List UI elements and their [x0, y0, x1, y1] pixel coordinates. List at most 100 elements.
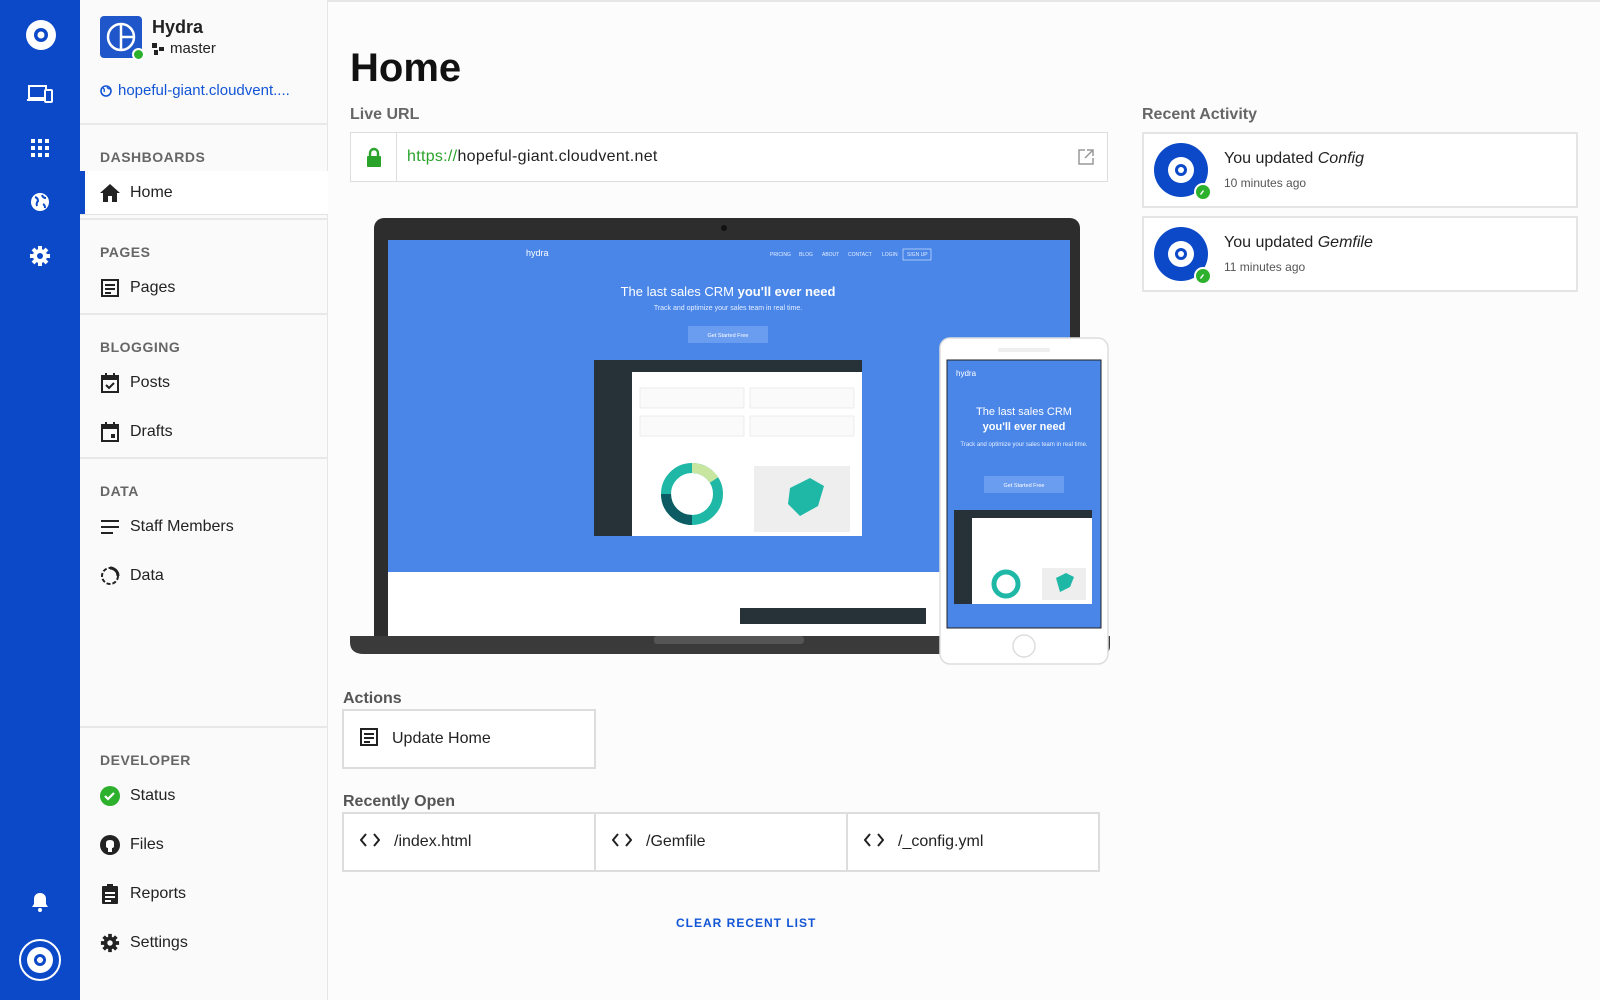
- recent-file-label: /index.html: [394, 833, 472, 850]
- section-dashboards: DASHBOARDS Home: [80, 123, 328, 215]
- action-label: Update Home: [392, 730, 491, 747]
- site-logo: [100, 16, 145, 61]
- sidebar-item-home[interactable]: Home: [80, 171, 328, 215]
- section-title: PAGES: [100, 244, 151, 260]
- url-protocol: https://: [407, 148, 458, 165]
- check-badge-icon: [1194, 183, 1212, 201]
- site-name: Hydra: [152, 17, 204, 37]
- gear-icon[interactable]: [22, 238, 58, 274]
- check-circle-icon: [100, 786, 120, 806]
- url-host: hopeful-giant.cloudvent.net: [457, 148, 658, 165]
- preview-nav-login: LOGIN: [882, 252, 898, 258]
- activity-time: 10 minutes ago: [1224, 176, 1307, 190]
- section-title: DASHBOARDS: [100, 149, 206, 165]
- calendar-icon: [100, 422, 120, 442]
- preview-nav-blog: BLOG: [799, 252, 813, 258]
- mobile-preview-headline-a: The last sales CRM: [976, 406, 1072, 418]
- calendar-check-icon: [100, 373, 120, 393]
- activity-time: 11 minutes ago: [1224, 260, 1306, 274]
- page-icon: [100, 278, 120, 298]
- sidebar-item-data[interactable]: Data: [80, 554, 328, 598]
- cloud-logo-icon[interactable]: [22, 16, 60, 54]
- sidebar-item-label: Data: [130, 567, 164, 584]
- sidebar-item-label: Drafts: [130, 423, 173, 440]
- list-icon: [100, 517, 120, 537]
- sidebar-item-label: Home: [130, 183, 173, 201]
- mobile-preview-subline: Track and optimize your sales team in re…: [960, 442, 1087, 448]
- github-icon: [100, 835, 120, 855]
- preview-cta: Get Started Free: [708, 333, 749, 339]
- page-title: Home: [350, 46, 462, 90]
- preview-nav-about: ABOUT: [822, 252, 839, 258]
- branch-selector[interactable]: master: [152, 40, 216, 57]
- sidebar-item-label: Reports: [130, 885, 187, 902]
- apps-grid-icon[interactable]: [22, 130, 58, 166]
- section-developer: DEVELOPER Status Files Reports Settings: [80, 726, 328, 965]
- clear-recent-list-button[interactable]: CLEAR RECENT LIST: [676, 916, 816, 930]
- site-url-link[interactable]: hopeful-giant.cloudvent....: [100, 82, 316, 99]
- actions-label: Actions: [343, 690, 402, 707]
- recent-file-index-html[interactable]: /index.html: [342, 812, 596, 872]
- recently-open-label: Recently Open: [343, 793, 456, 810]
- sidebar-item-status[interactable]: Status: [80, 774, 328, 818]
- home-icon: [100, 183, 120, 203]
- activity-item[interactable]: You updated Config 10 minutes ago: [1142, 132, 1578, 208]
- code-icon: [611, 832, 633, 852]
- check-badge-icon: [1194, 267, 1212, 285]
- section-title: DATA: [100, 483, 139, 499]
- section-pages: PAGES Pages: [80, 218, 328, 310]
- site-url-text: hopeful-giant.cloudvent....: [118, 82, 290, 99]
- recent-file-gemfile[interactable]: /Gemfile: [594, 812, 848, 872]
- recent-file-label: /_config.yml: [898, 833, 984, 850]
- sidebar-item-pages[interactable]: Pages: [80, 266, 328, 310]
- avatar: [1154, 143, 1212, 201]
- sidebar-item-label: Status: [130, 787, 176, 804]
- mobile-preview-brand: hydra: [956, 369, 977, 378]
- live-url-text[interactable]: https://hopeful-giant.cloudvent.net: [397, 148, 1065, 166]
- preview-headline: The last sales CRM you'll ever need: [621, 284, 836, 299]
- code-icon: [863, 832, 885, 852]
- external-link-icon[interactable]: [1065, 149, 1107, 165]
- update-home-button[interactable]: Update Home: [342, 709, 596, 769]
- mobile-preview-headline-b: you'll ever need: [983, 421, 1066, 433]
- sidebar-item-label: Pages: [130, 279, 176, 296]
- account-logo-icon[interactable]: [18, 938, 62, 982]
- lock-icon: [351, 133, 397, 181]
- code-icon: [359, 832, 381, 852]
- preview-nav-pricing: PRICING: [770, 252, 791, 258]
- site-header[interactable]: Hydra master: [100, 16, 216, 61]
- section-title: DEVELOPER: [100, 752, 191, 768]
- preview-subline: Track and optimize your sales team in re…: [654, 305, 802, 312]
- sidebar-item-staff-members[interactable]: Staff Members: [80, 505, 328, 549]
- branch-name: master: [170, 40, 216, 57]
- sidebar-item-reports[interactable]: Reports: [80, 872, 328, 916]
- avatar: [1154, 227, 1212, 285]
- bell-icon[interactable]: [22, 884, 58, 920]
- globe-icon[interactable]: [22, 184, 58, 220]
- sidebar-item-files[interactable]: Files: [80, 823, 328, 867]
- live-url-field[interactable]: https://hopeful-giant.cloudvent.net: [350, 132, 1108, 182]
- recent-activity-title: Recent Activity: [1142, 106, 1257, 123]
- activity-item[interactable]: You updated Gemfile 11 minutes ago: [1142, 216, 1578, 292]
- page-icon: [360, 727, 378, 751]
- gear-icon: [100, 933, 120, 953]
- section-blogging: BLOGGING Posts Drafts: [80, 313, 328, 454]
- site-preview[interactable]: hydra PRICING BLOG ABOUT CONTACT LOGIN S…: [350, 218, 1110, 687]
- recent-file-label: /Gemfile: [646, 833, 706, 850]
- activity-text: You updated Gemfile: [1224, 234, 1373, 251]
- sidebar-item-label: Staff Members: [130, 518, 234, 535]
- clipboard-icon: [100, 884, 120, 904]
- recent-file-config-yml[interactable]: /_config.yml: [846, 812, 1100, 872]
- icon-rail: [0, 0, 80, 1000]
- sidebar-item-label: Files: [130, 836, 164, 853]
- mobile-preview-cta: Get Started Free: [1004, 483, 1045, 489]
- sidebar-item-settings[interactable]: Settings: [80, 921, 328, 965]
- sidebar-item-posts[interactable]: Posts: [80, 361, 328, 405]
- activity-target: Gemfile: [1317, 234, 1373, 251]
- site-online-indicator: [132, 48, 145, 61]
- activity-text: You updated Config: [1224, 150, 1364, 167]
- sidebar-item-drafts[interactable]: Drafts: [80, 410, 328, 454]
- phone-mockup: hydra The last sales CRM you'll ever nee…: [939, 337, 1109, 665]
- devices-icon[interactable]: [22, 76, 58, 112]
- preview-nav-signup: SIGN UP: [907, 252, 928, 258]
